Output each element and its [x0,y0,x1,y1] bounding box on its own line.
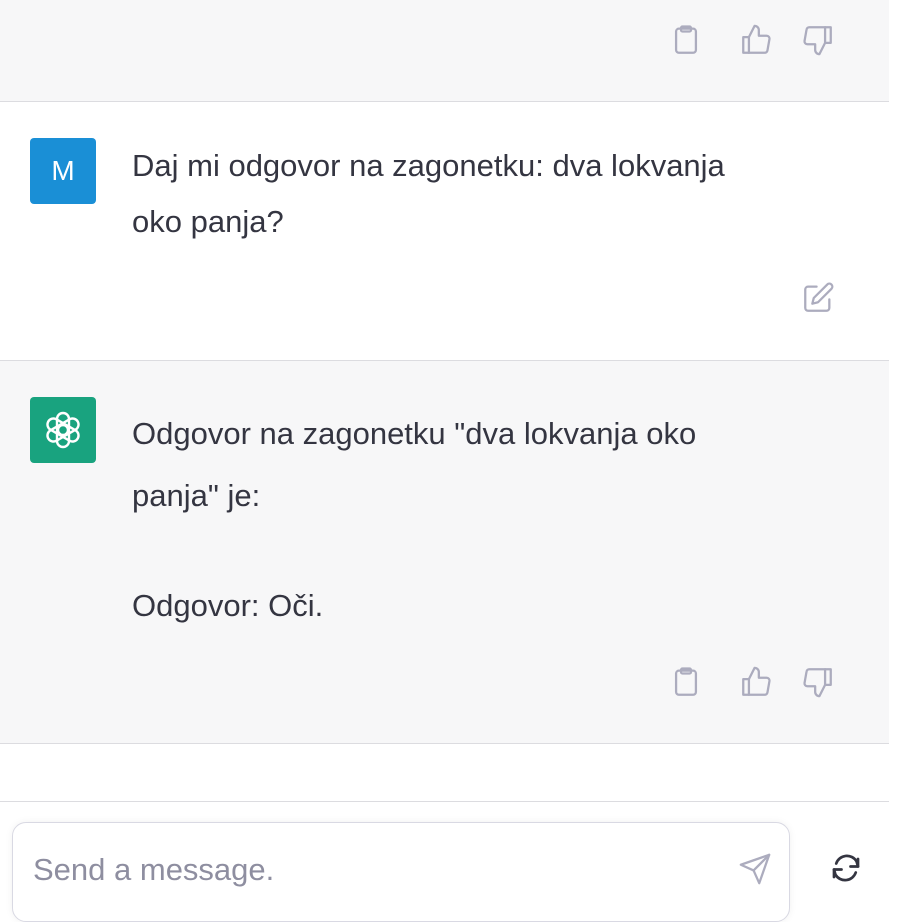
thumbs-down-icon [803,26,832,56]
thumbs-down-button[interactable] [800,22,836,58]
text-line: Odgovor na zagonetku "dva lokvanja oko [132,416,697,451]
copy-button[interactable] [668,22,704,58]
text-line: Odgovor: Oči. [132,588,324,623]
assistant-avatar [30,397,96,463]
regenerate-button[interactable] [826,848,866,888]
assistant-message-text: Odgovor na zagonetku "dva lokvanja oko p… [132,403,822,637]
user-avatar: M [30,138,96,204]
send-icon [739,853,771,885]
edit-button[interactable] [800,280,836,316]
chat-thread: M Daj mi odgovor na zagonetku: dva lokva… [0,0,889,744]
edit-icon [804,282,834,312]
thumbs-down-button[interactable] [800,664,836,700]
thumbs-up-button[interactable] [738,22,774,58]
thumbs-up-icon [742,666,771,696]
clipboard-icon [674,667,698,696]
send-button[interactable] [737,851,773,887]
message-input[interactable] [31,849,695,891]
clipboard-icon [674,25,698,54]
thumbs-up-icon [742,24,771,54]
thumbs-down-icon [803,668,832,698]
assistant-message: Odgovor na zagonetku "dva lokvanja oko p… [0,361,889,743]
avatar-letter: M [51,155,75,186]
composer-divider [0,801,889,802]
page-edge [889,0,900,900]
text-line: oko panja? [132,204,284,239]
previous-assistant-message [0,0,889,101]
message-composer [12,822,790,922]
copy-button[interactable] [668,664,704,700]
refresh-icon [832,854,860,882]
text-line: Daj mi odgovor na zagonetku: dva lokvanj… [132,148,725,183]
user-message-text: Daj mi odgovor na zagonetku: dva lokvanj… [132,138,822,250]
openai-logo-icon [46,411,80,449]
text-line [132,527,822,575]
thumbs-up-button[interactable] [738,664,774,700]
user-message: M Daj mi odgovor na zagonetku: dva lokva… [0,102,889,360]
text-line: panja" je: [132,478,261,513]
divider [0,743,889,744]
